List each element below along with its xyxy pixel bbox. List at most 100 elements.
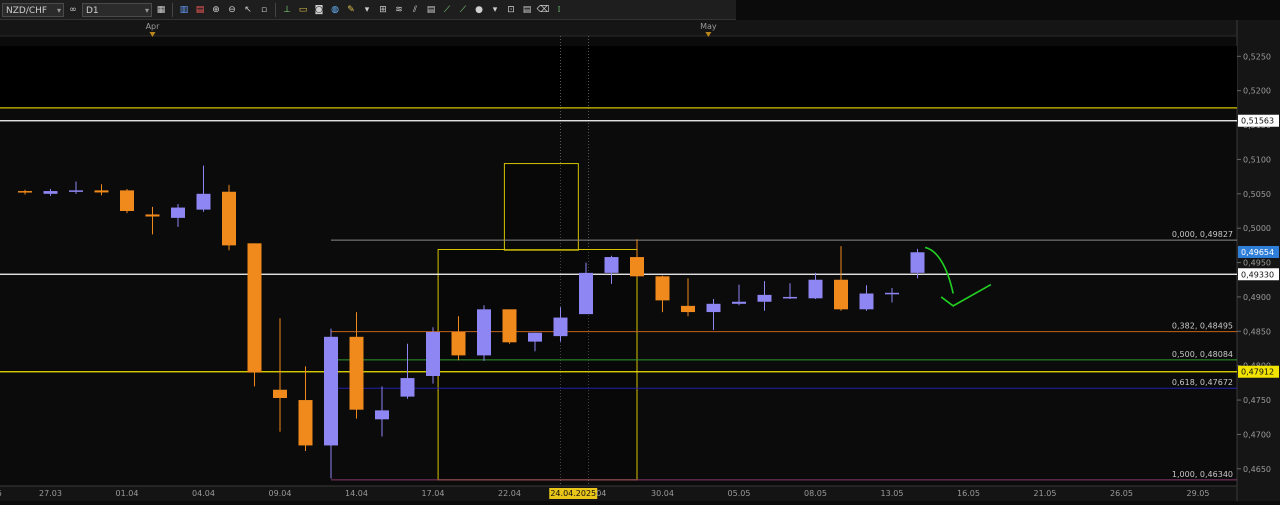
candle-body — [553, 317, 568, 337]
price-chart[interactable]: 0,52500,52000,51500,51000,50500,50000,49… — [0, 20, 1280, 501]
price-level-label: 0,47912 — [1241, 368, 1274, 377]
date-tick-label: 09.04 — [269, 489, 292, 498]
price-level-label: 0,49330 — [1241, 270, 1274, 279]
more-icon[interactable]: ⁞ — [552, 3, 566, 17]
candle-body — [681, 305, 695, 313]
bar-icon[interactable]: ▥ — [177, 3, 191, 17]
month-strip — [0, 20, 1237, 36]
month-label: May — [700, 22, 717, 31]
eraser-icon[interactable]: ⌫ — [536, 3, 550, 17]
zone-rectangle — [503, 163, 579, 251]
color-icon[interactable]: ⟋ — [456, 3, 470, 17]
shape-icon[interactable]: ⟋ — [440, 3, 454, 17]
price-tick-label: 0,4950 — [1243, 259, 1271, 268]
candle-body — [502, 309, 517, 343]
date-tick-label: 29.05 — [1187, 489, 1210, 498]
pencil-icon[interactable]: ✎ — [344, 3, 358, 17]
circle-icon[interactable]: ● — [472, 3, 486, 17]
candle-body — [859, 293, 874, 310]
date-tick-label: 26.05 — [1110, 489, 1133, 498]
chart-toolbar: NZD/CHF ▾ ∞ D1 ▾ ▦ ▥ ▤ ⊕ ⊖ ↖ ▫ ⊥ ▭ ◙ ◍ ✎… — [0, 0, 736, 20]
month-label: Apr — [146, 22, 161, 31]
top-zone-band — [0, 46, 1237, 108]
symbol-label: NZD/CHF — [6, 5, 48, 16]
fib-level-label: 1,000, 0,46340 — [1172, 470, 1233, 479]
candle-body — [196, 193, 211, 210]
template-icon[interactable]: ⊡ — [504, 3, 518, 17]
properties-icon[interactable]: ▤ — [520, 3, 534, 17]
date-tick-label: 04 — [596, 489, 606, 498]
chart-type-icon[interactable]: ▦ — [154, 3, 168, 17]
candle-body — [247, 243, 262, 373]
candle-body — [757, 294, 772, 302]
date-tick-label: 16.05 — [957, 489, 980, 498]
price-tick-label: 0,4700 — [1243, 430, 1271, 439]
chevron-down-icon: ▾ — [56, 5, 61, 15]
fib-level-label: 0,382, 0,48495 — [1172, 322, 1233, 331]
candle-body — [43, 191, 58, 194]
date-tick-label: 04.04 — [192, 489, 215, 498]
candle-icon[interactable]: ▤ — [193, 3, 207, 17]
date-tick-label: 14.04 — [345, 489, 368, 498]
candle-body — [732, 301, 746, 304]
candle-body — [783, 296, 797, 299]
candle-body — [120, 190, 134, 211]
price-tick-label: 0,5200 — [1243, 87, 1271, 96]
candle-body — [528, 332, 542, 342]
candle-body — [477, 309, 491, 356]
price-tick-label: 0,4900 — [1243, 293, 1271, 302]
camera-icon[interactable]: ◙ — [312, 3, 326, 17]
price-tick-label: 0,4850 — [1243, 327, 1271, 336]
date-tick-label: 05.05 — [728, 489, 751, 498]
zoom-in-icon[interactable]: ⊕ — [209, 3, 223, 17]
candle-body — [94, 190, 109, 193]
last-price-label: 0,49654 — [1241, 248, 1274, 257]
symbol-select[interactable]: NZD/CHF ▾ — [2, 2, 64, 17]
fib-level-label: 0,000, 0,49827 — [1172, 230, 1233, 239]
candle-body — [145, 214, 160, 217]
candle-body — [808, 279, 823, 299]
date-tick-label: 24.02.2025 — [0, 489, 2, 498]
candle-body — [579, 272, 593, 315]
date-tick-label: 13.05 — [881, 489, 904, 498]
candle-body — [18, 191, 32, 193]
candle-body — [400, 378, 415, 397]
candle-body — [298, 400, 313, 446]
candle-body — [375, 410, 389, 420]
crosshair-icon[interactable]: ▫ — [257, 3, 271, 17]
candle-body — [630, 257, 644, 277]
candle-body — [222, 191, 236, 246]
date-tick-label: 01.04 — [116, 489, 139, 498]
candle-body — [706, 303, 721, 313]
settings-icon[interactable]: ▾ — [488, 3, 502, 17]
candle-body — [69, 190, 83, 192]
globe-icon[interactable]: ◍ — [328, 3, 342, 17]
date-tick-label: 27.03 — [39, 489, 62, 498]
grid-icon[interactable]: ⊞ — [376, 3, 390, 17]
note-icon[interactable]: ▭ — [296, 3, 310, 17]
crosshair-date-label: 24.04.2025 — [550, 489, 596, 498]
cursor-icon[interactable]: ↖ — [241, 3, 255, 17]
link-icon[interactable]: ∞ — [66, 3, 80, 17]
fibonacci-icon[interactable]: ≋ — [392, 3, 406, 17]
price-tick-label: 0,5000 — [1243, 224, 1271, 233]
chevron-down-icon: ▾ — [144, 5, 149, 15]
zoom-out-icon[interactable]: ⊖ — [225, 3, 239, 17]
timeframe-select[interactable]: D1 ▾ — [82, 2, 152, 17]
date-tick-label: 17.04 — [422, 489, 445, 498]
zone-rectangle — [437, 249, 638, 481]
date-tick-label: 08.05 — [804, 489, 827, 498]
indicator-icon[interactable]: ▾ — [360, 3, 374, 17]
candle-body — [273, 389, 287, 398]
price-tick-label: 0,5100 — [1243, 155, 1271, 164]
channel-icon[interactable]: ⫽ — [408, 3, 422, 17]
candle-body — [604, 257, 619, 273]
vertical-line-icon[interactable]: ⊥ — [280, 3, 294, 17]
candle-body — [451, 332, 466, 356]
trend-icon[interactable]: ▤ — [424, 3, 438, 17]
date-tick-label: 21.05 — [1034, 489, 1057, 498]
chart-canvas[interactable]: 0,52500,52000,51500,51000,50500,50000,49… — [0, 20, 1280, 501]
price-level-label: 0,51563 — [1241, 117, 1274, 126]
candle-body — [885, 292, 899, 295]
fib-level-label: 0,500, 0,48084 — [1172, 350, 1233, 359]
